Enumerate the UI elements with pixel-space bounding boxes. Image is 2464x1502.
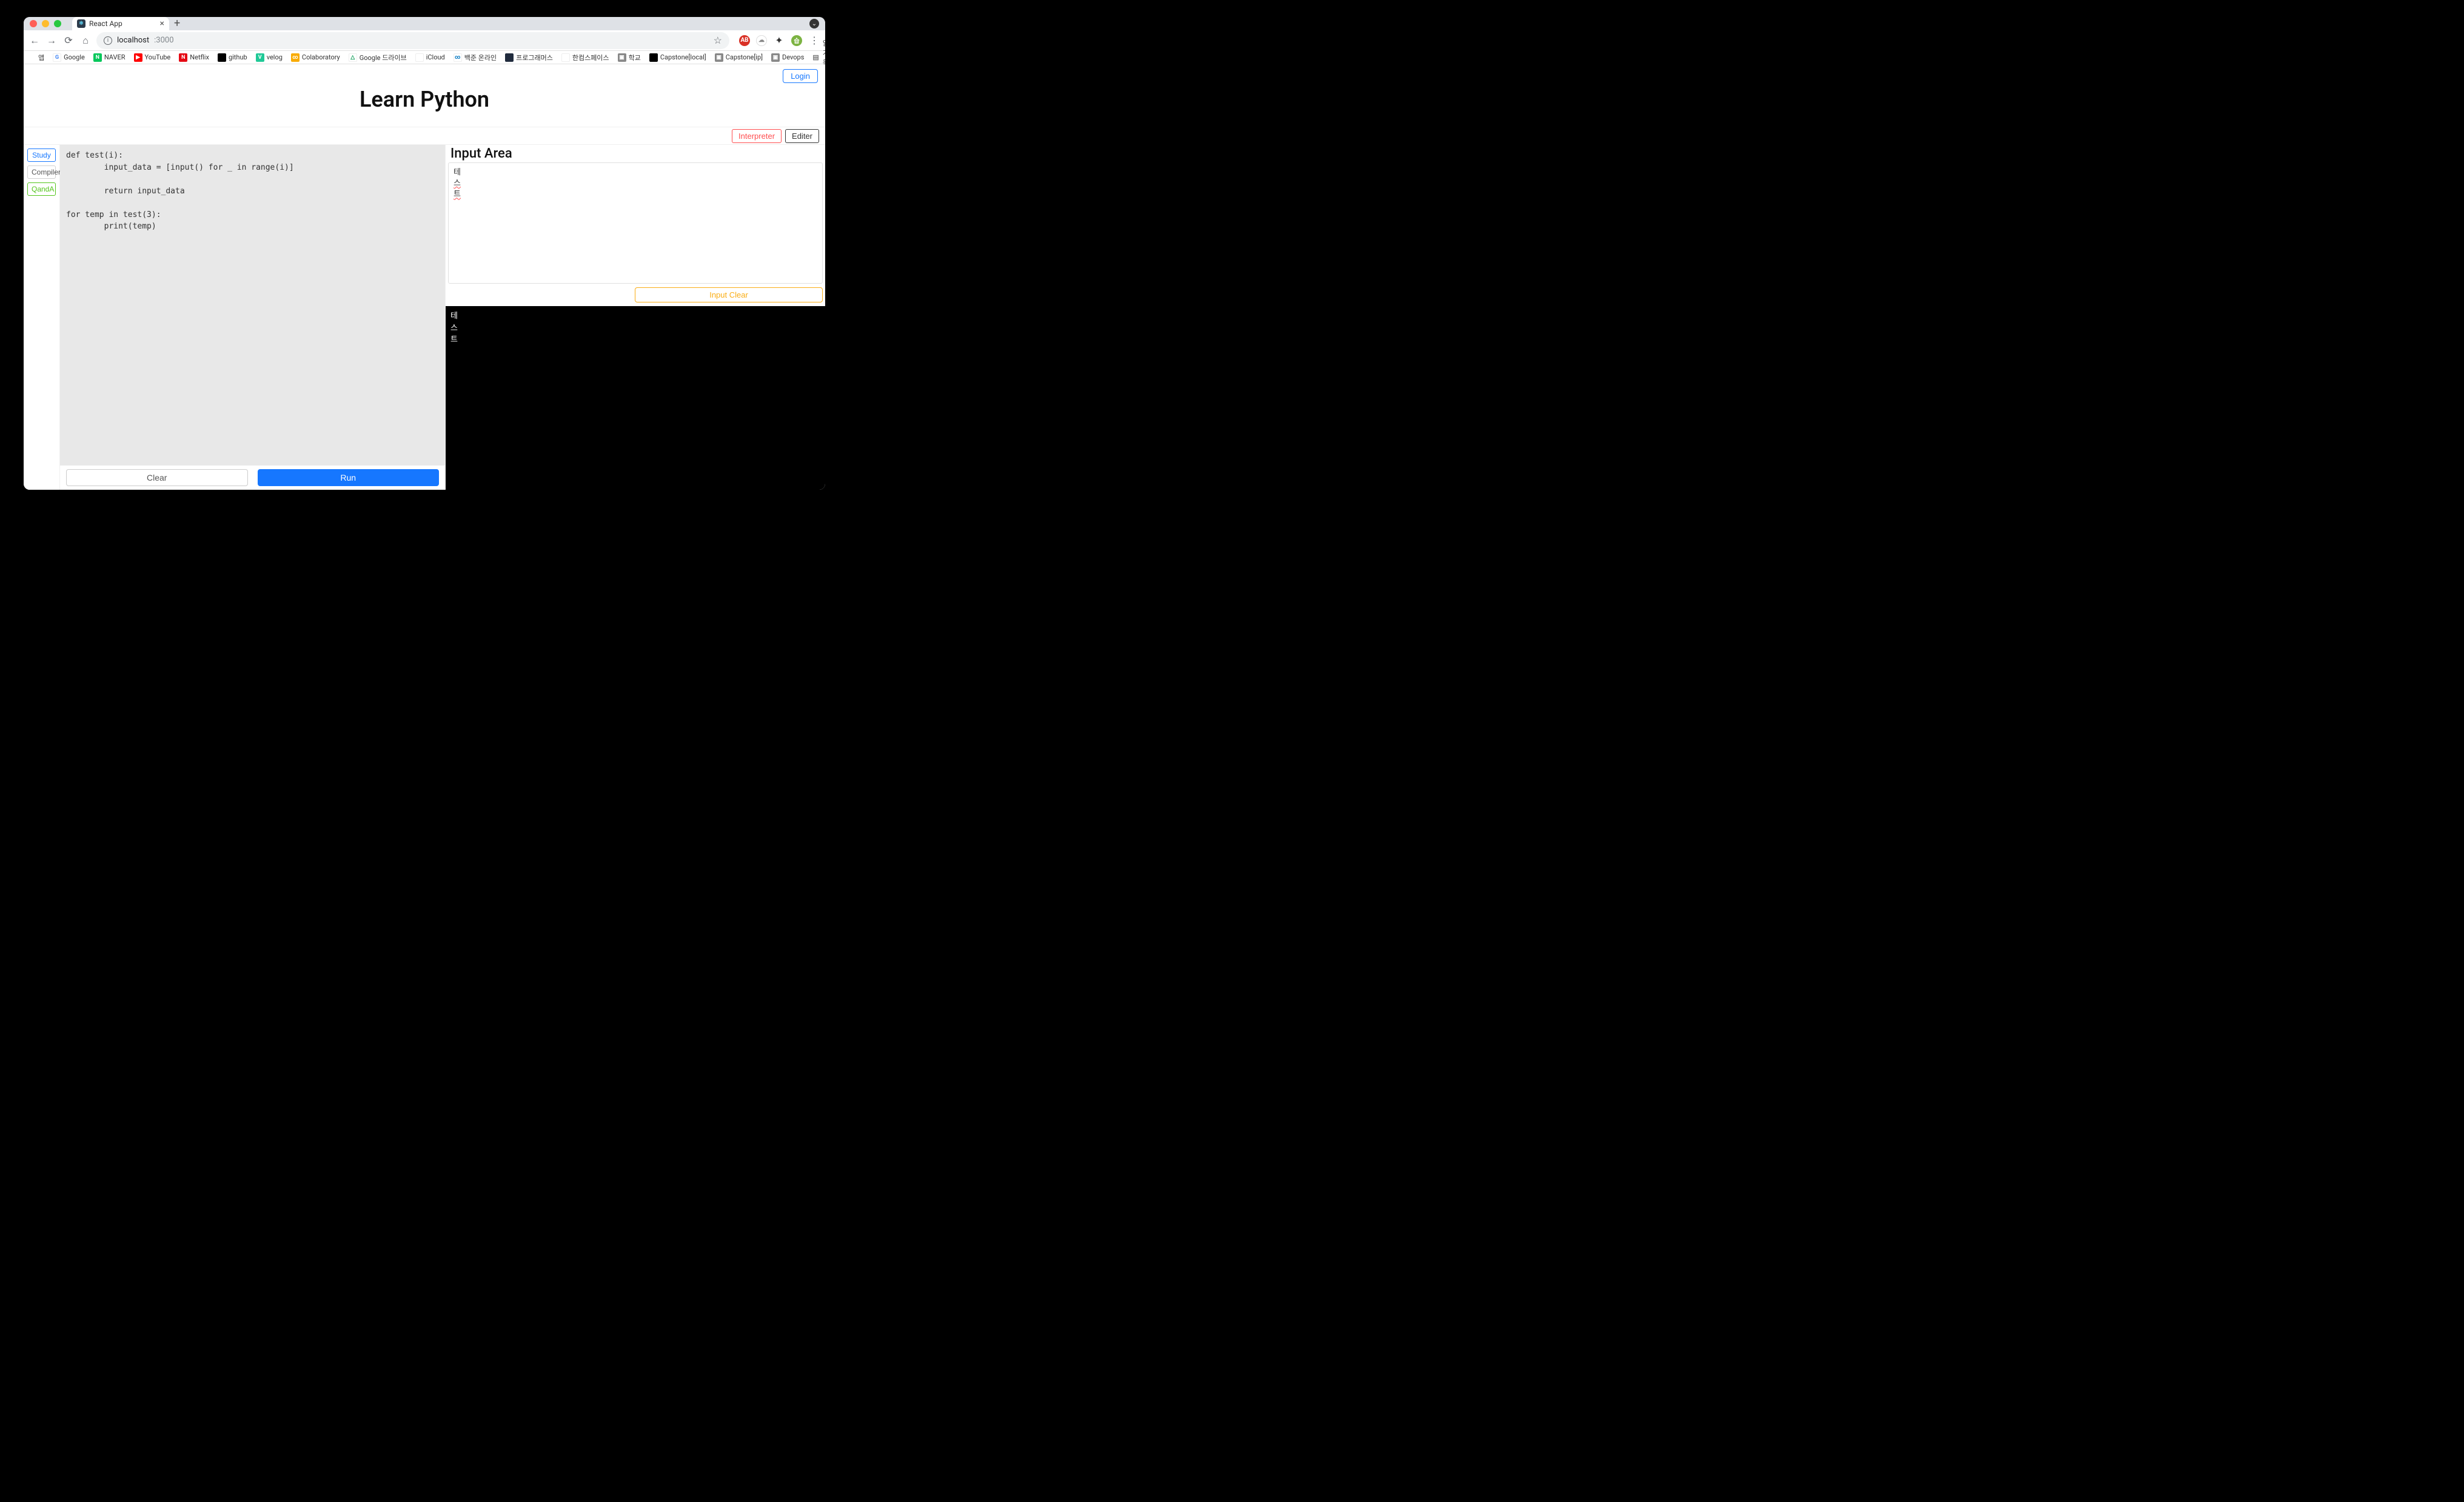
input-area-heading: Input Area <box>446 145 825 162</box>
tab-study[interactable]: Study <box>27 149 56 162</box>
maximize-window-button[interactable] <box>54 20 61 27</box>
folder-icon: ▣ <box>618 53 626 62</box>
home-button[interactable]: ⌂ <box>79 35 92 47</box>
bookmark-youtube[interactable]: ▶YouTube <box>134 53 171 62</box>
bookmark-icloud[interactable]: iCloud <box>415 53 445 62</box>
search-tabs-button[interactable]: ⌄ <box>809 19 819 28</box>
tab-strip: ⚛ React App × + ⌄ <box>24 17 825 30</box>
reload-button[interactable]: ⟳ <box>62 35 75 47</box>
capstone-icon <box>649 53 658 62</box>
naver-icon: N <box>93 53 102 62</box>
bookmark-naver[interactable]: NNAVER <box>93 53 126 62</box>
bookmark-devops[interactable]: ▣Devops <box>771 53 804 62</box>
bookmark-school[interactable]: ▣학교 <box>618 53 641 62</box>
page-header: Login Learn Python <box>24 64 825 127</box>
bookmark-star-icon[interactable]: ☆ <box>714 35 722 46</box>
extension-icon[interactable]: ☁ <box>756 35 767 46</box>
bookmarks-bar: 앱 GGoogle NNAVER ▶YouTube NNetflix githu… <box>24 51 825 64</box>
bookmark-velog[interactable]: Vvelog <box>256 53 283 62</box>
content-row: Study Compiler QandA def test(i): input_… <box>24 145 825 490</box>
apple-icon <box>415 53 424 62</box>
forward-button[interactable]: → <box>45 35 58 47</box>
bookmark-hancom[interactable]: 한컴스페이스 <box>561 53 609 62</box>
close-tab-icon[interactable]: × <box>160 19 164 28</box>
youtube-icon: ▶ <box>134 53 142 62</box>
bookmark-colab[interactable]: ∞Colaboratory <box>291 53 340 62</box>
code-panel: def test(i): input_data = [input() for _… <box>60 145 445 490</box>
tab-qanda[interactable]: QandA <box>27 182 56 196</box>
code-editor[interactable]: def test(i): input_data = [input() for _… <box>60 145 445 466</box>
tabs-row: Interpreter Editer <box>24 127 825 145</box>
back-button[interactable]: ← <box>28 35 41 47</box>
netflix-icon: N <box>179 53 187 62</box>
browser-window: ⚛ React App × + ⌄ ← → ⟳ ⌂ i localhost :30… <box>24 17 825 490</box>
hancom-icon <box>561 53 570 62</box>
clear-button[interactable]: Clear <box>66 469 248 486</box>
login-button[interactable]: Login <box>783 69 818 83</box>
bookmark-capstone-local[interactable]: Capstone[local] <box>649 53 706 62</box>
react-favicon-icon: ⚛ <box>77 19 85 28</box>
output-console: 테 스 트 <box>446 306 825 490</box>
tab-compiler[interactable]: Compiler <box>27 165 56 179</box>
adblock-extension-icon[interactable]: AB <box>739 35 750 46</box>
tab-title: React App <box>89 19 122 28</box>
baekjoon-icon: ∞ <box>454 53 462 62</box>
velog-icon: V <box>256 53 264 62</box>
close-window-button[interactable] <box>30 20 37 27</box>
address-path: :3000 <box>154 36 173 45</box>
bookmark-gdrive[interactable]: △Google 드라이브 <box>349 53 407 62</box>
input-clear-button[interactable]: Input Clear <box>635 287 823 302</box>
bookmark-programmers[interactable]: 프로그래머스 <box>505 53 553 62</box>
github-icon <box>218 53 226 62</box>
extensions-puzzle-icon[interactable]: ✦ <box>773 35 785 47</box>
page-title: Learn Python <box>31 87 818 112</box>
bookmark-baekjoon[interactable]: ∞백준 온라인 <box>454 53 497 62</box>
code-actions: Clear Run <box>60 466 445 490</box>
profile-avatar-icon[interactable]: 습 <box>791 35 802 46</box>
browser-tab[interactable]: ⚛ React App × <box>72 17 169 30</box>
run-button[interactable]: Run <box>258 469 440 486</box>
reading-list-icon: ▤ <box>812 53 819 61</box>
new-tab-button[interactable]: + <box>174 18 180 29</box>
gdrive-icon: △ <box>349 53 357 62</box>
bookmark-netflix[interactable]: NNetflix <box>179 53 209 62</box>
left-nav: Study Compiler QandA <box>24 145 60 490</box>
colab-icon: ∞ <box>291 53 300 62</box>
site-info-icon[interactable]: i <box>104 36 112 45</box>
tab-editer[interactable]: Editer <box>785 129 819 143</box>
address-bar[interactable]: i localhost :3000 ☆ <box>96 32 729 49</box>
io-panel: Input Area 테 스 트 Input Clear 테 스 트 <box>445 145 825 490</box>
address-host: localhost <box>117 36 149 45</box>
folder-icon: ▣ <box>771 53 780 62</box>
minimize-window-button[interactable] <box>42 20 49 27</box>
window-controls <box>30 20 61 27</box>
page-content: Login Learn Python Interpreter Editer St… <box>24 64 825 490</box>
bookmark-apps[interactable]: 앱 <box>38 53 44 62</box>
programmers-icon <box>505 53 514 62</box>
tab-interpreter[interactable]: Interpreter <box>732 129 782 143</box>
input-textarea[interactable]: 테 스 트 <box>448 162 823 284</box>
google-icon: G <box>53 53 61 62</box>
browser-toolbar: ← → ⟳ ⌂ i localhost :3000 ☆ AB ☁ ✦ 습 ⋮ <box>24 30 825 51</box>
bookmark-google[interactable]: GGoogle <box>53 53 85 62</box>
extension-icons: AB ☁ ✦ 습 ⋮ <box>739 35 820 47</box>
bookmark-github[interactable]: github <box>218 53 247 62</box>
bookmark-capstone-ip[interactable]: ▣Capstone[ip] <box>715 53 763 62</box>
folder-icon: ▣ <box>715 53 723 62</box>
